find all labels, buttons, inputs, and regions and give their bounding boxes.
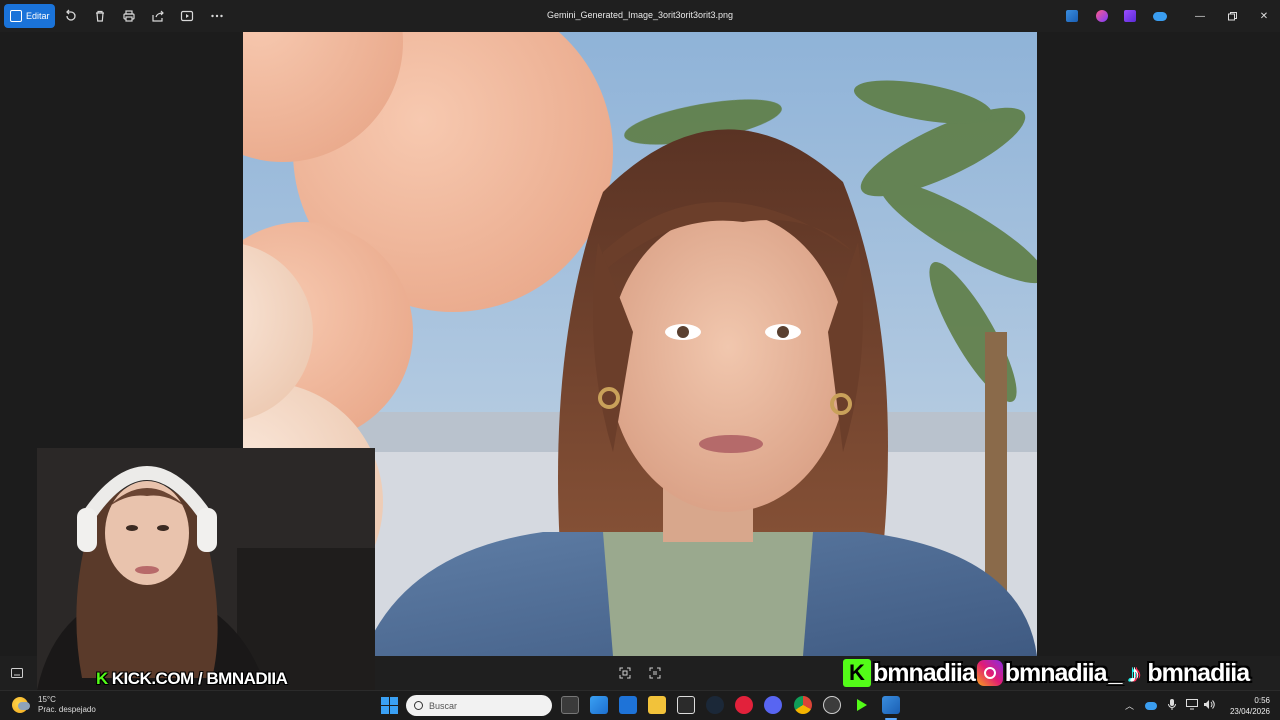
file-title: Gemini_Generated_Image_3orit3orit3orit3.… xyxy=(546,10,734,20)
file-explorer-icon[interactable] xyxy=(648,696,666,714)
taskbar: 15°C Prac. despejado Buscar ︿ 0:56 23/04… xyxy=(0,690,1280,720)
clipchamp-icon[interactable] xyxy=(1124,10,1136,22)
photos-taskbar-icon[interactable] xyxy=(882,696,900,714)
chrome-icon[interactable] xyxy=(794,696,812,714)
weather-desc: Prac. despejado xyxy=(38,705,96,714)
close-icon[interactable]: ✕ xyxy=(1257,9,1271,23)
steam-icon[interactable] xyxy=(706,696,724,714)
search-placeholder: Buscar xyxy=(429,700,458,711)
search-icon xyxy=(414,701,423,710)
streamer-webcam-illustration xyxy=(37,448,375,690)
opera-icon[interactable] xyxy=(735,696,753,714)
top-toolbar: Editar Gemini_Generated_Image_3orit3orit… xyxy=(0,0,1280,32)
designer-icon[interactable] xyxy=(1096,10,1108,22)
volume-icon[interactable] xyxy=(1203,699,1215,712)
kick-banner-text: KICK.COM / BMNADIIA xyxy=(111,669,288,688)
social-handles-overlay: K bmnadiia bmnadiia _ ♪ bmnadiia xyxy=(843,656,1280,690)
app-icon[interactable] xyxy=(677,696,695,714)
clock-time: 0:56 xyxy=(1254,696,1270,705)
start-button[interactable] xyxy=(381,697,398,714)
obs-icon[interactable] xyxy=(823,696,841,714)
outlook-icon[interactable] xyxy=(619,696,637,714)
onedrive-tray-icon[interactable] xyxy=(1145,702,1157,710)
kick-logo-icon: K xyxy=(96,669,108,688)
tiktok-icon: ♪ xyxy=(1127,657,1141,688)
task-view-icon[interactable] xyxy=(561,696,579,714)
tray-chevron-icon[interactable]: ︿ xyxy=(1125,699,1134,712)
network-icon[interactable] xyxy=(1186,699,1198,712)
weather-temp: 15°C xyxy=(38,695,56,704)
search-box[interactable]: Buscar xyxy=(406,695,552,716)
restore-icon[interactable] xyxy=(1225,9,1239,23)
onedrive-icon[interactable] xyxy=(1153,12,1167,21)
filmstrip-icon[interactable] xyxy=(10,666,24,680)
discord-icon[interactable] xyxy=(764,696,782,714)
kick-banner: K KICK.COM / BMNADIIA xyxy=(96,668,288,690)
instagram-icon xyxy=(976,660,1003,686)
tiktok-handle: bmnadiia xyxy=(1147,658,1250,687)
photos-app-icon[interactable] xyxy=(1066,10,1078,22)
play-icon[interactable] xyxy=(852,696,870,714)
webcam-overlay xyxy=(37,448,375,690)
weather-widget[interactable]: 15°C Prac. despejado xyxy=(12,695,96,715)
windows-logo-icon xyxy=(381,697,389,705)
system-clock[interactable]: 0:56 23/04/2026 xyxy=(1224,695,1270,717)
store-icon[interactable] xyxy=(590,696,608,714)
kick-icon: K xyxy=(843,659,871,687)
weather-icon xyxy=(12,697,30,713)
microphone-icon[interactable] xyxy=(1168,699,1176,712)
fit-icon[interactable] xyxy=(618,666,632,680)
instagram-handle: bmnadiia xyxy=(1004,658,1108,687)
minimize-icon[interactable]: — xyxy=(1193,9,1207,23)
handle-separator: _ xyxy=(1108,658,1123,687)
actual-size-icon[interactable] xyxy=(648,666,662,680)
kick-handle: bmnadiia xyxy=(873,658,976,687)
clock-date: 23/04/2026 xyxy=(1229,707,1270,716)
